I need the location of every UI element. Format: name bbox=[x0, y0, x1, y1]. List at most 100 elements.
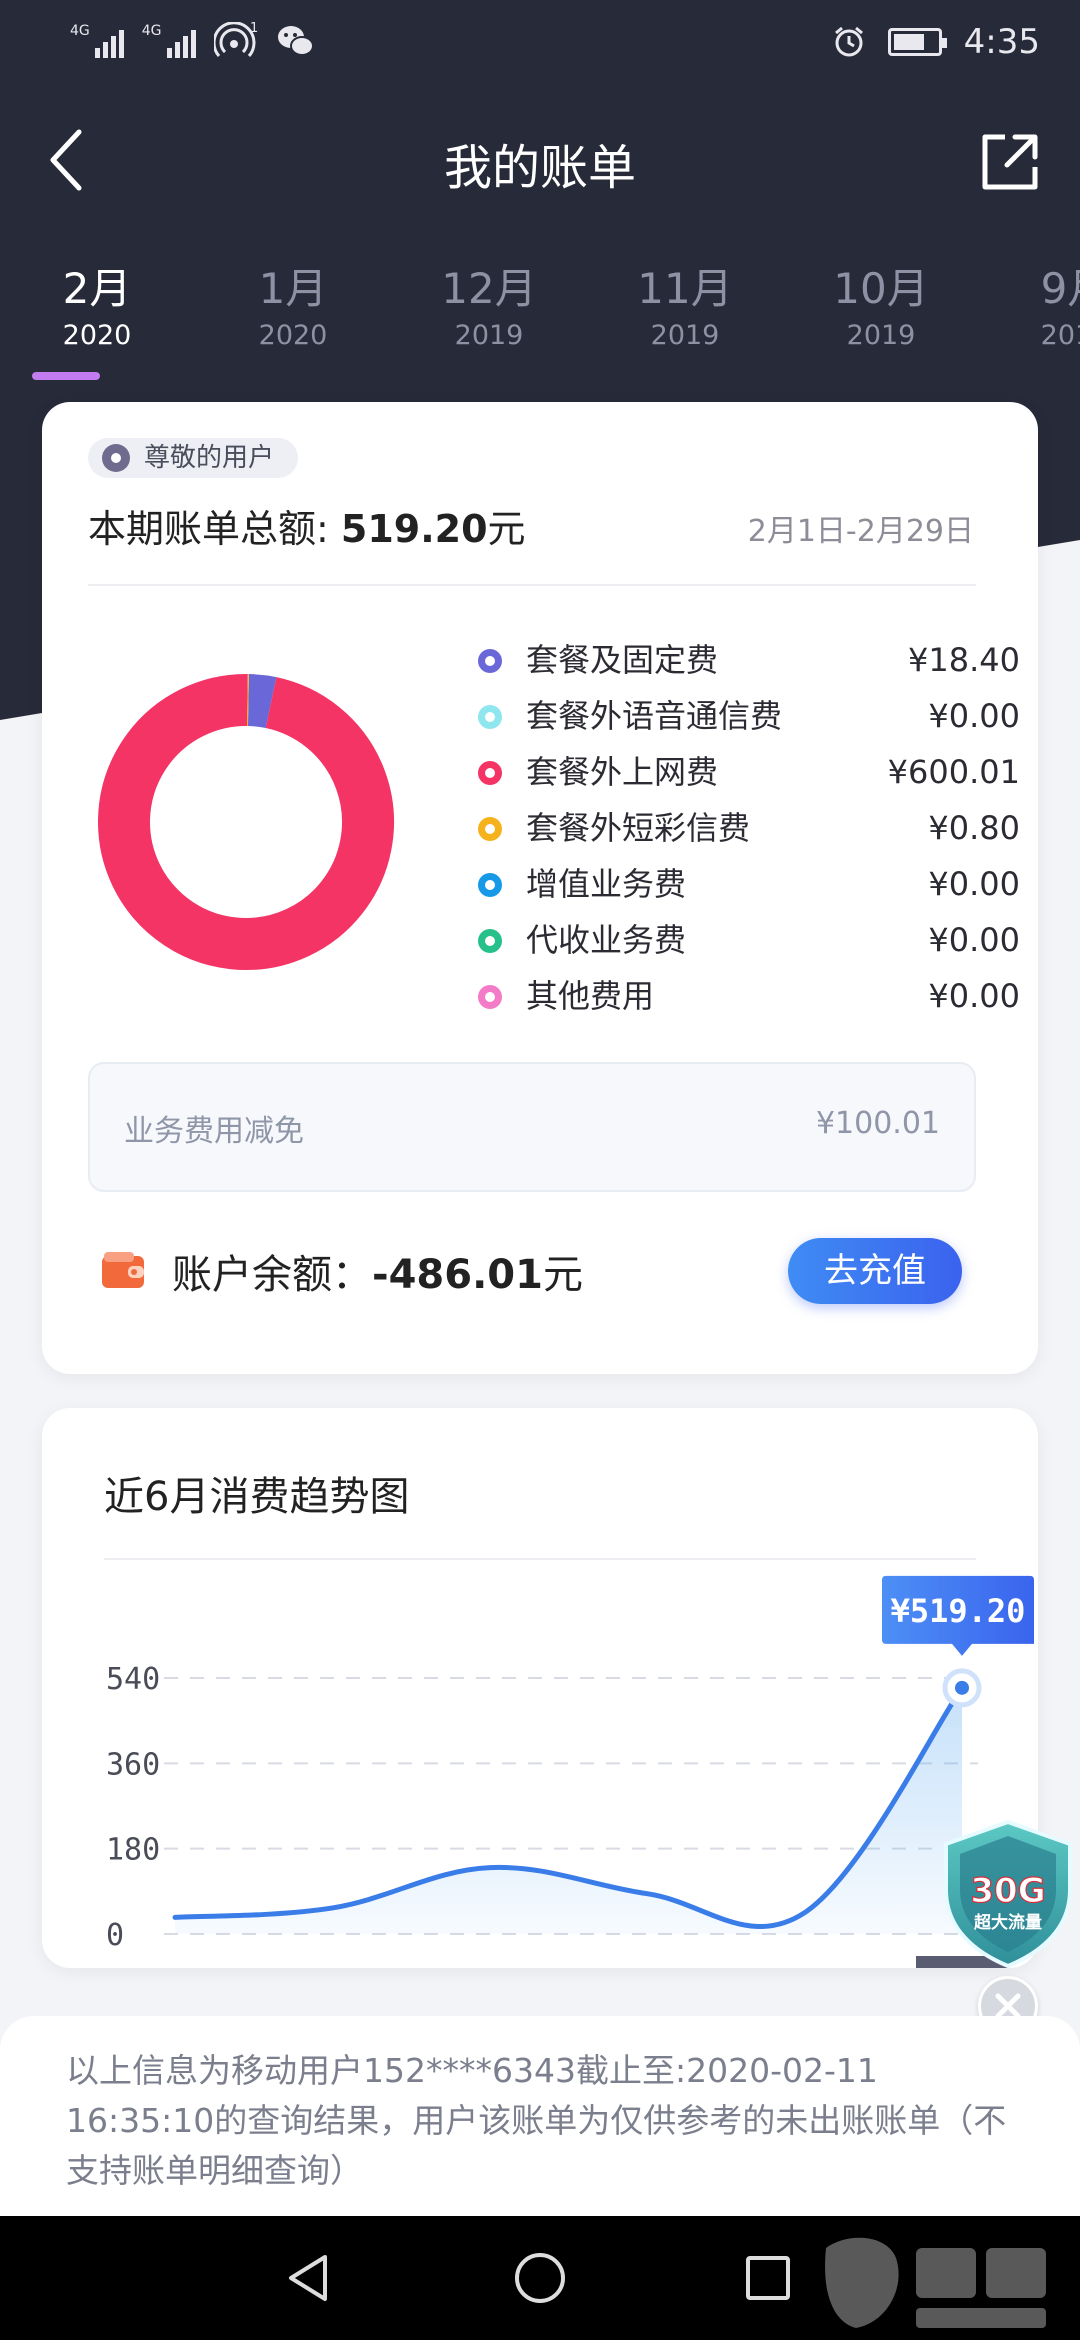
tab-2019-09[interactable]: 9月 2019 bbox=[1000, 262, 1080, 356]
x-tick-label[interactable]: 1月 bbox=[780, 1966, 829, 1968]
legend-amount: ¥0.00 bbox=[928, 977, 1020, 1015]
signal-icon-sim2: 4G bbox=[142, 24, 196, 58]
tab-month: 10月 bbox=[833, 264, 929, 313]
signal-icon-sim1: 4G bbox=[70, 24, 124, 58]
balance-label: 账户余额： bbox=[172, 1252, 372, 1298]
hotspot-badge: 1 bbox=[250, 22, 258, 36]
legend-item: 代收业务费 ¥0.00 bbox=[474, 912, 1020, 968]
y-tick-label: 540 bbox=[106, 1662, 160, 1697]
tab-2019-10[interactable]: 10月 2019 bbox=[806, 262, 956, 356]
sim2-tag: 4G bbox=[141, 23, 162, 39]
battery-icon bbox=[887, 28, 947, 56]
share-icon bbox=[982, 134, 1038, 190]
share-button[interactable] bbox=[970, 122, 1050, 202]
notice-text: 以上信息为移动用户152****6343截止至:2020-02-11 16:35… bbox=[66, 2051, 1007, 2190]
legend-amount: ¥18.40 bbox=[908, 641, 1020, 679]
x-tick-label[interactable]: 9月 bbox=[150, 1966, 199, 1968]
divider bbox=[88, 584, 976, 586]
recharge-button[interactable]: 去充值 bbox=[788, 1238, 962, 1304]
legend-item: 套餐外短彩信费 ¥0.80 bbox=[474, 800, 1020, 856]
tab-month: 12月 bbox=[441, 264, 537, 313]
tab-year: 2020 bbox=[62, 320, 132, 351]
tab-year: 2020 bbox=[258, 320, 328, 351]
legend-name: 增值业务费 bbox=[526, 865, 687, 903]
tab-month: 1月 bbox=[258, 264, 328, 313]
discount-row: 业务费用减免 ¥100.01 bbox=[88, 1062, 976, 1192]
bill-summary-card: 尊敬的用户 本期账单总额: 519.20元 2月1日-2月29日 套餐及固定费 ¥… bbox=[42, 402, 1038, 1374]
x-tick-label[interactable]: 10月 bbox=[298, 1966, 366, 1968]
status-right: 4:35 bbox=[832, 22, 1040, 62]
donut-segment bbox=[98, 674, 394, 970]
nav-back-button[interactable] bbox=[274, 2244, 342, 2312]
tab-2020-01[interactable]: 1月 2020 bbox=[218, 262, 368, 356]
status-bar: 4G 4G 1 4:35 bbox=[0, 0, 1080, 90]
discount-amount: ¥100.01 bbox=[815, 1106, 940, 1141]
wallet-icon bbox=[102, 1252, 144, 1288]
tooltip-value: ¥519.20 bbox=[891, 1592, 1026, 1630]
y-tick-label: 180 bbox=[106, 1833, 160, 1868]
y-tick-label: 0 bbox=[106, 1918, 124, 1953]
nav-recents-button[interactable] bbox=[734, 2244, 802, 2312]
account-balance: 账户余额：-486.01元 bbox=[172, 1242, 583, 1300]
legend-amount: ¥0.00 bbox=[928, 697, 1020, 735]
legend-dot-icon bbox=[478, 761, 502, 785]
total-amount: 519.20 bbox=[340, 507, 488, 551]
legend-item: 套餐及固定费 ¥18.40 bbox=[474, 632, 1020, 688]
query-notice: 以上信息为移动用户152****6343截止至:2020-02-11 16:35… bbox=[0, 2016, 1080, 2216]
promo-shield-badge[interactable]: 30G 超大流量 bbox=[938, 1818, 1078, 1968]
legend-item: 增值业务费 ¥0.00 bbox=[474, 856, 1020, 912]
triangle-back-icon bbox=[289, 2255, 327, 2301]
x-tick-label[interactable]: 11月 bbox=[456, 1966, 524, 1968]
alarm-icon bbox=[834, 26, 863, 57]
expense-donut-chart bbox=[98, 674, 394, 970]
legend-item: 套餐外上网费 ¥600.01 bbox=[474, 744, 1020, 800]
total-label: 本期账单总额: bbox=[88, 507, 341, 551]
legend-amount: ¥600.01 bbox=[887, 753, 1020, 791]
square-recents-icon bbox=[746, 2256, 790, 2300]
expense-legend: 套餐及固定费 ¥18.40 套餐外语音通信费 ¥0.00 套餐外上网费 ¥600.01… bbox=[474, 632, 1020, 1024]
legend-dot-icon bbox=[478, 649, 502, 673]
user-badge-label: 尊敬的用户 bbox=[144, 443, 275, 473]
balance-amount: -486.01 bbox=[372, 1252, 543, 1298]
legend-name: 其他费用 bbox=[526, 977, 655, 1015]
tab-year: 2019 bbox=[1040, 320, 1080, 351]
legend-name: 套餐外语音通信费 bbox=[526, 697, 783, 735]
bill-total: 本期账单总额: 519.20元 bbox=[88, 498, 526, 553]
legend-name: 套餐及固定费 bbox=[526, 641, 719, 679]
wechat-icon bbox=[277, 26, 314, 56]
status-time: 4:35 bbox=[963, 22, 1040, 62]
x-tick-label[interactable]: 12月 bbox=[613, 1966, 681, 1968]
bill-period: 2月1日-2月29日 bbox=[747, 514, 974, 549]
nav-home-button[interactable] bbox=[506, 2244, 574, 2312]
page-title: 我的账单 bbox=[443, 140, 636, 196]
hotspot-icon: 1 bbox=[213, 22, 258, 57]
highlight-point[interactable] bbox=[955, 1680, 969, 1695]
discount-label: 业务费用减免 bbox=[124, 1114, 304, 1149]
tab-year: 2019 bbox=[454, 320, 524, 351]
tab-month: 2月 bbox=[62, 264, 132, 313]
legend-name: 代收业务费 bbox=[526, 921, 687, 959]
month-tabs: 2月 2020 1月 2020 12月 2019 11月 2019 10月 20… bbox=[0, 262, 1080, 382]
legend-amount: ¥0.80 bbox=[928, 809, 1020, 847]
balance-unit: 元 bbox=[542, 1252, 583, 1298]
tab-month: 9月 bbox=[1040, 264, 1080, 313]
promo-subtitle: 超大流量 bbox=[974, 1912, 1042, 1933]
legend-dot-icon bbox=[478, 929, 502, 953]
circle-home-icon bbox=[515, 2253, 565, 2303]
tab-2020-02[interactable]: 2月 2020 bbox=[22, 262, 172, 356]
user-dot-icon bbox=[102, 444, 130, 472]
legend-name: 套餐外上网费 bbox=[526, 753, 719, 791]
legend-name: 套餐外短彩信费 bbox=[526, 809, 751, 847]
tab-year: 2019 bbox=[846, 320, 916, 351]
legend-amount: ¥0.00 bbox=[928, 865, 1020, 903]
tab-2019-11[interactable]: 11月 2019 bbox=[610, 262, 760, 356]
trend-line-chart: 01803605409月10月11月12月1月2月¥519.20 bbox=[106, 1575, 1034, 1968]
promo-title: 30G bbox=[970, 1871, 1045, 1911]
donut-segment bbox=[247, 674, 277, 729]
status-left: 4G 4G 1 bbox=[70, 22, 314, 58]
sim1-tag: 4G bbox=[70, 23, 90, 39]
total-unit: 元 bbox=[487, 507, 526, 551]
trend-card: 近6月消费趋势图 01803605409月10月11月12月1月2月¥519.2… bbox=[42, 1408, 1038, 1968]
tab-2019-12[interactable]: 12月 2019 bbox=[414, 262, 564, 356]
tab-month: 11月 bbox=[637, 264, 733, 313]
